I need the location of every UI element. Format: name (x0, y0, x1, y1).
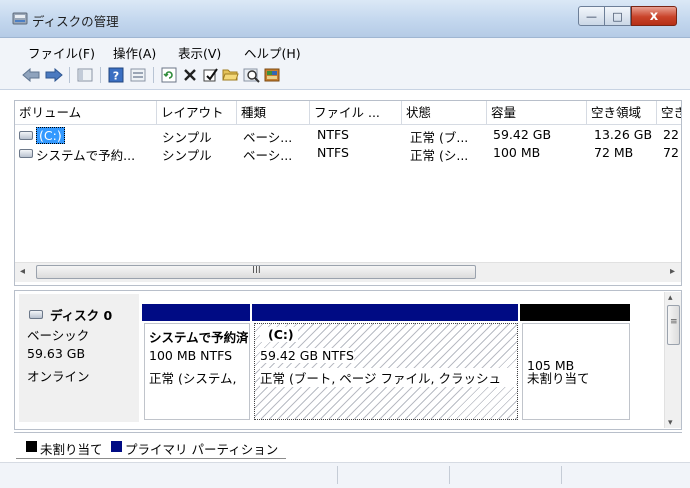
scroll-right-icon[interactable]: ▸ (670, 266, 675, 277)
disk-status: オンライン (27, 369, 90, 384)
table-cell-capacity: 100 MB (493, 145, 541, 160)
partition-status: 未割り当て (527, 371, 590, 386)
partition-bar-unallocated (520, 304, 630, 321)
status-bar (0, 462, 690, 488)
menu-help[interactable]: ヘルプ(H) (244, 43, 301, 62)
legend-underline (16, 458, 286, 459)
partition-detail: 100 MB NTFS (149, 348, 233, 363)
toolbar-separator (100, 67, 101, 83)
column-header-status[interactable]: 状態 (402, 101, 487, 124)
table-cell-volume[interactable]: システムで予約... (36, 145, 135, 164)
legend-divider (14, 432, 682, 433)
toolbar-separator (153, 67, 154, 83)
console-tree-icon[interactable] (76, 66, 94, 84)
column-header-layout[interactable]: レイアウト (157, 101, 237, 124)
partition-detail: 59.42 GB NTFS (260, 348, 354, 363)
help-icon[interactable]: ? (107, 66, 125, 84)
menu-view[interactable]: 表示(V) (178, 43, 221, 62)
partition-bar-system-reserved (142, 304, 250, 321)
table-cell-layout: シンプル (162, 148, 212, 163)
scroll-grip-icon: ≡ (670, 317, 678, 327)
partition-bar-c (252, 304, 518, 321)
menu-bar (0, 38, 690, 62)
column-header-capacity[interactable]: 容量 (487, 101, 587, 124)
volume-icon (19, 131, 33, 140)
back-arrow-icon[interactable] (22, 66, 40, 84)
partition-name: (C:) (260, 327, 298, 342)
table-cell-filesystem: NTFS (317, 127, 349, 142)
table-cell-percent-free: 72 (663, 145, 679, 160)
volume-icon (19, 149, 33, 158)
column-header-type[interactable]: 種類 (237, 101, 310, 124)
close-button[interactable]: x (631, 6, 677, 26)
scroll-grip-icon: III (252, 265, 261, 276)
toolbar-separator (69, 67, 70, 83)
column-header-free-space[interactable]: 空き領域 (587, 101, 657, 124)
forward-arrow-icon[interactable] (45, 66, 63, 84)
legend-label-primary: プライマリ パーティション (125, 442, 279, 457)
table-cell-capacity: 59.42 GB (493, 127, 552, 142)
menu-file[interactable]: ファイル(F) (28, 43, 95, 62)
legend-label-unallocated: 未割り当て (40, 442, 103, 457)
disk-type: ベーシック (27, 328, 90, 343)
table-cell-free-space: 72 MB (594, 145, 634, 160)
scroll-left-icon[interactable]: ◂ (20, 266, 25, 277)
toolbar (0, 62, 690, 90)
delete-icon[interactable] (181, 66, 199, 84)
legend-swatch-primary (111, 441, 122, 452)
refresh-icon[interactable] (160, 66, 178, 84)
partition-status: 正常 (システム, (149, 371, 237, 386)
status-bar-separator (337, 466, 338, 484)
disk-settings-icon[interactable] (263, 66, 281, 84)
status-bar-separator (449, 466, 450, 484)
scroll-down-icon[interactable]: ▾ (668, 418, 673, 428)
table-cell-free-space: 13.26 GB (594, 127, 653, 142)
table-cell-type: ベーシ... (243, 148, 293, 163)
column-header-filesystem[interactable]: ファイル ... (310, 101, 402, 124)
status-bar-separator (561, 466, 562, 484)
disk-name: ディスク 0 (50, 308, 113, 323)
search-icon[interactable] (242, 66, 260, 84)
disk-size: 59.63 GB (27, 346, 86, 361)
scroll-up-icon[interactable]: ▴ (668, 293, 673, 303)
maximize-button[interactable]: □ (604, 6, 631, 26)
column-header-volume[interactable]: ボリューム (15, 101, 157, 124)
minimize-button[interactable]: — (578, 6, 605, 26)
table-cell-filesystem: NTFS (317, 145, 349, 160)
column-header-percent-free[interactable]: 空き (657, 101, 681, 124)
open-folder-icon[interactable] (221, 66, 239, 84)
partition-status: 正常 (ブート, ページ ファイル, クラッシュ (260, 368, 516, 387)
legend-swatch-unallocated (26, 441, 37, 452)
table-cell-status: 正常 (シ... (410, 148, 469, 163)
menu-action[interactable]: 操作(A) (113, 43, 156, 62)
disk-management-icon (12, 11, 28, 26)
svg-text:?: ? (113, 70, 119, 83)
table-cell-percent-free: 22 (663, 127, 679, 142)
table-cell-volume[interactable]: (C:) (36, 127, 65, 144)
disk-icon (29, 310, 43, 319)
properties-check-icon[interactable] (201, 66, 219, 84)
partition-name: システムで予約済 (149, 330, 248, 345)
window-title: ディスクの管理 (32, 14, 119, 29)
properties-icon[interactable] (129, 66, 147, 84)
